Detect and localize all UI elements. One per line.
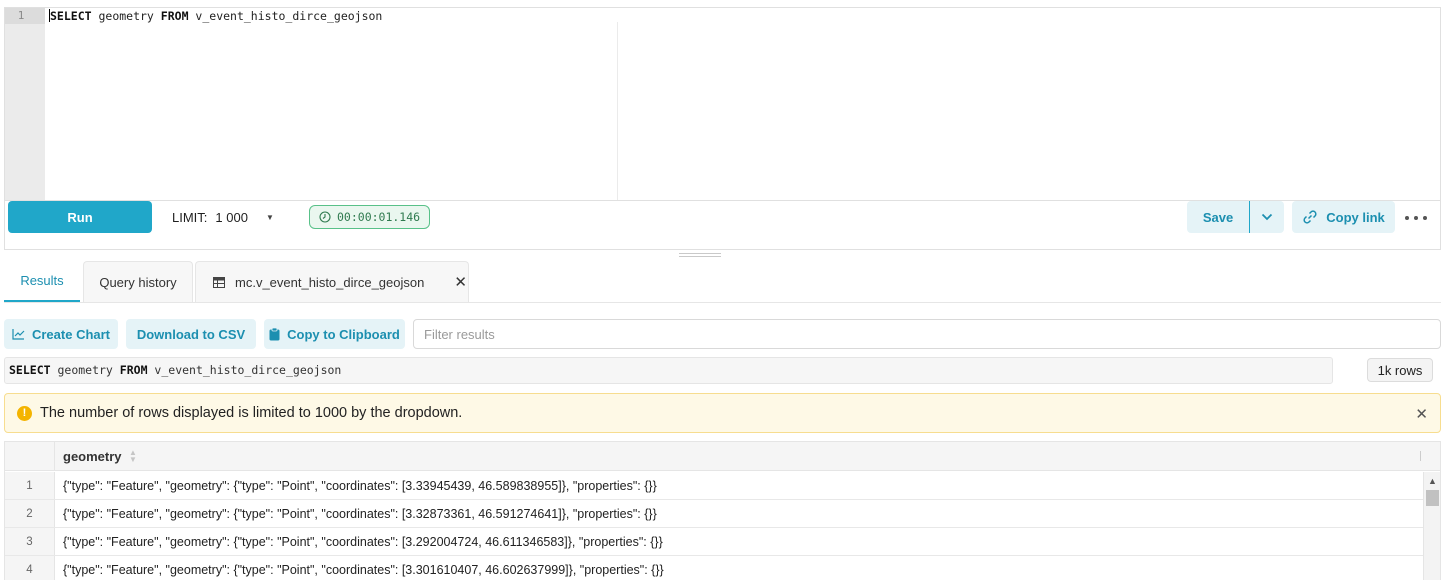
sql-columns: geometry — [91, 9, 161, 23]
geometry-cell[interactable]: {"type": "Feature", "geometry": {"type":… — [63, 535, 663, 549]
table-header: geometry ▲ ▼ — [5, 442, 1440, 471]
resize-handle[interactable] — [679, 253, 721, 258]
tab-query-history[interactable]: Query history — [83, 261, 193, 302]
chevron-down-icon — [1261, 213, 1273, 221]
sql-table: v_event_histo_dirce_geojson — [188, 9, 383, 23]
save-button-group: Save — [1187, 201, 1284, 233]
sql-columns: geometry — [50, 363, 120, 377]
vertical-scrollbar[interactable]: ▲ — [1423, 472, 1440, 580]
alert-message: The number of rows displayed is limited … — [40, 405, 463, 421]
editor-gutter: 1 — [5, 8, 45, 200]
copy-link-label: Copy link — [1326, 209, 1385, 225]
create-chart-button[interactable]: Create Chart — [4, 319, 118, 349]
caret-down-icon: ▼ — [265, 213, 274, 222]
table-row: 3 {"type": "Feature", "geometry": {"type… — [5, 528, 1423, 556]
limit-value: 1 000 — [215, 210, 248, 225]
sql-keyword-from: FROM — [160, 9, 189, 23]
limit-dropdown[interactable]: LIMIT: 1 000 ▼ — [172, 210, 274, 225]
query-line[interactable]: SELECT geometry FROM v_event_histo_dirce… — [49, 9, 382, 24]
copy-link-button[interactable]: Copy link — [1292, 201, 1395, 233]
scroll-up-icon[interactable]: ▲ — [1428, 476, 1437, 486]
limit-label: LIMIT: — [172, 210, 208, 225]
scrollbar-thumb[interactable] — [1426, 490, 1439, 506]
sql-keyword-select: SELECT — [50, 9, 92, 23]
row-count-badge: 1k rows — [1367, 358, 1433, 382]
clipboard-icon — [269, 327, 280, 340]
executed-sql: SELECT geometry FROM v_event_histo_dirce… — [4, 357, 1333, 384]
line-number: 1 — [5, 8, 45, 24]
timer-value: 00:00:01.146 — [337, 210, 421, 224]
save-button[interactable]: Save — [1187, 201, 1249, 233]
row-limit-alert: ! The number of rows displayed is limite… — [4, 393, 1441, 433]
geometry-cell[interactable]: {"type": "Feature", "geometry": {"type":… — [63, 479, 657, 493]
sql-table: v_event_histo_dirce_geojson — [147, 363, 342, 377]
table-row: 4 {"type": "Feature", "geometry": {"type… — [5, 556, 1423, 580]
tabs-divider — [4, 302, 1441, 303]
save-options-button[interactable] — [1249, 201, 1284, 233]
editor-code-area[interactable]: SELECT geometry FROM v_event_histo_dirce… — [45, 8, 1440, 200]
column-resize-handle[interactable] — [1420, 451, 1421, 461]
geometry-cell[interactable]: {"type": "Feature", "geometry": {"type":… — [63, 563, 664, 577]
close-alert-icon[interactable]: ✕ — [1415, 405, 1428, 423]
line-chart-icon — [12, 329, 25, 340]
tab-results[interactable]: Results — [4, 261, 80, 302]
sort-icon[interactable]: ▲ ▼ — [129, 449, 137, 464]
row-index-header — [5, 442, 55, 471]
tab-table-preview[interactable]: mc.v_event_histo_dirce_geojson ✕ — [195, 261, 469, 302]
row-number: 4 — [5, 556, 55, 580]
geometry-cell[interactable]: {"type": "Feature", "geometry": {"type":… — [63, 507, 657, 521]
link-icon — [1303, 210, 1317, 224]
copy-clipboard-button[interactable]: Copy to Clipboard — [264, 319, 405, 349]
run-button[interactable]: Run — [8, 201, 152, 233]
row-number: 3 — [5, 528, 55, 555]
table-row: 1 {"type": "Feature", "geometry": {"type… — [5, 472, 1423, 500]
results-table: geometry ▲ ▼ 1 {"type": "Feature", "geome… — [4, 441, 1441, 580]
download-csv-button[interactable]: Download to CSV — [126, 319, 256, 349]
column-header-geometry[interactable]: geometry — [63, 449, 122, 464]
tab-table-label: mc.v_event_histo_dirce_geojson — [235, 274, 425, 290]
query-timer: 00:00:01.146 — [309, 205, 431, 229]
create-chart-label: Create Chart — [31, 326, 111, 342]
filter-results-input[interactable] — [413, 319, 1441, 349]
close-tab-icon[interactable]: ✕ — [454, 273, 467, 291]
sql-keyword-from: FROM — [119, 363, 148, 377]
sql-keyword-select: SELECT — [9, 363, 51, 377]
table-icon — [213, 276, 225, 288]
print-margin — [617, 22, 618, 200]
more-options-icon[interactable] — [1405, 212, 1427, 224]
results-tabs: Results Query history mc.v_event_histo_d… — [4, 261, 469, 302]
row-number: 2 — [5, 500, 55, 527]
warning-icon: ! — [17, 405, 32, 421]
clock-icon — [319, 211, 331, 223]
row-number: 1 — [5, 472, 55, 499]
copy-clipboard-label: Copy to Clipboard — [287, 326, 400, 342]
table-row: 2 {"type": "Feature", "geometry": {"type… — [5, 500, 1423, 528]
